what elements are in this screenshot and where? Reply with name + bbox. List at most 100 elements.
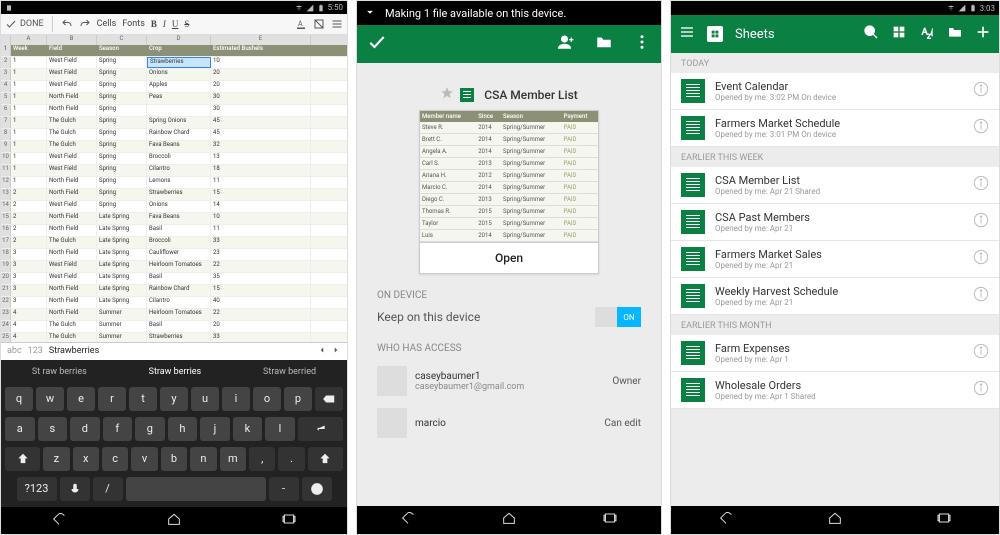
done-check-icon[interactable] (367, 32, 387, 56)
grid-cell[interactable]: 1 (11, 141, 47, 152)
recent-button[interactable] (278, 511, 300, 531)
underline-button[interactable]: U (172, 19, 179, 29)
header-cell[interactable]: Estimated Bushels (211, 45, 311, 56)
grid-cell[interactable]: Spring (97, 153, 147, 164)
grid-cell[interactable]: Basil (147, 273, 211, 284)
grid-cell[interactable]: Spring (97, 189, 147, 200)
grid-cell[interactable]: 1 (11, 69, 47, 80)
key-shift[interactable] (5, 447, 40, 471)
grid-cell[interactable]: North Field (47, 225, 97, 236)
grid-cell[interactable]: 1 (11, 57, 47, 68)
key-m[interactable]: m (220, 447, 246, 471)
grid-cell[interactable]: Broccoli (147, 237, 211, 248)
key-l[interactable]: l (265, 417, 295, 441)
document-item[interactable]: Event CalendarOpened by me: 3:02 PM On d… (671, 73, 999, 110)
suggestion[interactable]: St raw berries (22, 365, 97, 379)
fill-color-icon[interactable] (313, 18, 325, 30)
grid-row[interactable]: 213North FieldLate SpringRainbow Chard15 (1, 285, 347, 297)
grid-row[interactable]: 61North FieldSpring30 (1, 105, 347, 117)
grid-cell[interactable]: Cilantro (147, 297, 211, 308)
grid-cell[interactable]: 2 (11, 189, 47, 200)
grid-cell[interactable]: 3 (11, 249, 47, 260)
grid-cell[interactable]: North Field (47, 249, 97, 260)
grid-cell[interactable]: The Gulch (47, 333, 97, 342)
redo-icon[interactable] (79, 18, 91, 30)
done-button[interactable]: DONE (5, 18, 44, 30)
grid-cell[interactable]: The Gulch (47, 129, 97, 140)
star-icon[interactable] (440, 85, 454, 104)
grid-cell[interactable]: Spring (97, 69, 147, 80)
grid-cell[interactable]: 30 (211, 93, 311, 104)
grid-cell[interactable]: Broccoli (147, 153, 211, 164)
grid-cell[interactable]: West Field (47, 153, 97, 164)
folder-icon[interactable] (947, 24, 963, 44)
grid-row[interactable]: 91The GulchSpringFava Beans32 (1, 141, 347, 153)
document-item[interactable]: Farm ExpensesOpened by me: Apr 1 (671, 335, 999, 372)
grid-cell[interactable]: Late Spring (97, 225, 147, 236)
grid-cell[interactable]: 45 (211, 117, 311, 128)
grid-cell[interactable]: West Field (47, 261, 97, 272)
grid-cell[interactable]: 1 (11, 153, 47, 164)
abc-mode[interactable]: abc (7, 346, 22, 356)
keep-toggle[interactable]: ON (595, 307, 641, 327)
header-cell[interactable]: Crop (147, 45, 211, 56)
grid-cell[interactable]: Late Spring (97, 249, 147, 260)
grid-cell[interactable]: 4 (11, 309, 47, 320)
grid-cell[interactable]: 3 (11, 285, 47, 296)
grid-cell[interactable]: North Field (47, 105, 97, 116)
recent-button[interactable] (599, 510, 621, 530)
bold-button[interactable]: B (151, 19, 157, 29)
recent-button[interactable] (933, 510, 955, 530)
grid-cell[interactable]: 2 (11, 225, 47, 236)
key-c[interactable]: c (102, 447, 128, 471)
key-b[interactable]: b (161, 447, 187, 471)
key-u[interactable]: u (191, 387, 219, 411)
info-icon[interactable] (973, 212, 989, 232)
grid-row[interactable]: 111West FieldSpringCilantro18 (1, 165, 347, 177)
grid-row[interactable]: 203West FieldLate SpringBasil35 (1, 273, 347, 285)
fonts-button[interactable]: Fonts (122, 19, 145, 29)
home-button[interactable] (163, 511, 185, 531)
grid-cell[interactable]: Lemons (147, 177, 211, 188)
key-t[interactable]: t (129, 387, 157, 411)
grid-row[interactable]: 254The GulchSummerStrawberries33 (1, 333, 347, 342)
key-z[interactable]: z (43, 447, 69, 471)
grid-cell[interactable]: 3 (11, 273, 47, 284)
document-item[interactable]: CSA Member ListOpened by me: Apr 21 Shar… (671, 167, 999, 204)
info-icon[interactable] (973, 286, 989, 306)
strike-button[interactable]: S (184, 19, 189, 29)
grid-row[interactable]: 41West FieldSpringApples20 (1, 81, 347, 93)
grid-cell[interactable]: Basil (147, 321, 211, 332)
grid-cell[interactable]: Fava Beans (147, 213, 211, 224)
document-list[interactable]: TODAY Event CalendarOpened by me: 3:02 P… (671, 53, 999, 506)
new-icon[interactable] (975, 24, 991, 44)
grid-cell[interactable]: North Field (47, 177, 97, 188)
grid-cell[interactable]: West Field (47, 273, 97, 284)
grid-cell[interactable]: 4 (11, 333, 47, 342)
key-bksp[interactable] (315, 387, 343, 411)
grid-cell[interactable]: Late Spring (97, 297, 147, 308)
back-button[interactable] (48, 511, 70, 531)
grid-row[interactable]: 172The GulchLate SpringBroccoli33 (1, 237, 347, 249)
grid-cell[interactable]: Spring (97, 93, 147, 104)
grid-cell[interactable]: 33 (211, 333, 311, 342)
info-icon[interactable] (973, 249, 989, 269)
grid-cell[interactable]: Apples (147, 81, 211, 92)
grid-cell[interactable]: Late Spring (97, 237, 147, 248)
back-button[interactable] (715, 510, 737, 530)
grid-cell[interactable]: 2 (11, 237, 47, 248)
grid-cell[interactable]: 1 (11, 93, 47, 104)
grid-cell[interactable]: The Gulch (47, 141, 97, 152)
preview-card[interactable]: Member nameSinceSeasonPaymentSteve R.201… (419, 110, 599, 274)
grid-cell[interactable]: Spring (97, 57, 147, 68)
grid-cell[interactable]: 11 (211, 177, 311, 188)
key-i[interactable]: i (222, 387, 250, 411)
grid-row[interactable]: 101West FieldSpringBroccoli13 (1, 153, 347, 165)
key-s[interactable]: s (38, 417, 68, 441)
key-k[interactable]: k (233, 417, 263, 441)
grid-row[interactable]: 152North FieldLate SpringFava Beans10 (1, 213, 347, 225)
grid-cell[interactable]: Strawberries (147, 189, 211, 200)
key-p[interactable]: p (284, 387, 312, 411)
grid-cell[interactable]: Spring (97, 81, 147, 92)
num-mode[interactable]: 123 (28, 346, 43, 356)
